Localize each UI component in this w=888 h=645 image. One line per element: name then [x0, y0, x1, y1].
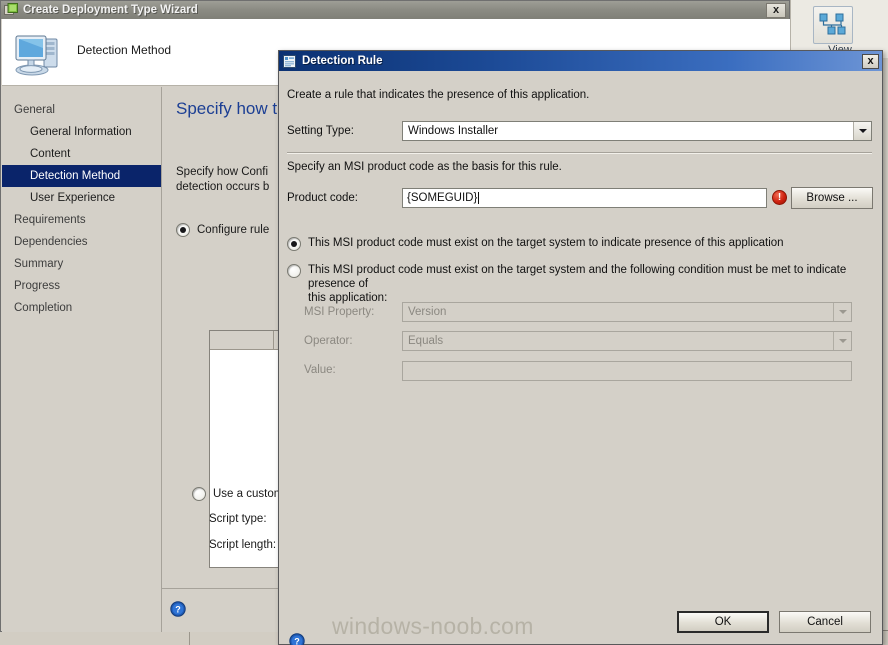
nav-item-detection-method[interactable]: Detection Method — [2, 165, 161, 187]
wizard-close-button[interactable]: x — [766, 2, 786, 18]
script-length-label: Script length: — [209, 539, 277, 551]
radio-code-exists[interactable]: This MSI product code must exist on the … — [287, 236, 867, 251]
nav-item-general-information[interactable]: General Information — [2, 121, 161, 143]
svg-text:?: ? — [294, 637, 300, 645]
nav-item-summary[interactable]: Summary — [2, 253, 161, 275]
svg-text:?: ? — [175, 605, 181, 615]
cancel-button-label: Cancel — [807, 616, 843, 628]
value-label: Value: — [304, 364, 336, 376]
radio-code-condition[interactable]: This MSI product code must exist on the … — [287, 263, 867, 305]
product-code-label: Product code: — [287, 192, 358, 204]
wizard-titlebar: Create Deployment Type Wizard x — [1, 1, 789, 19]
msi-hint-text: Specify an MSI product code as the basis… — [287, 161, 562, 173]
detection-rule-intro-text: Create a rule that indicates the presenc… — [287, 89, 590, 101]
radio-configure-rules-indicator — [176, 223, 190, 237]
radio-code-condition-line-2: this application: — [308, 292, 388, 304]
browse-button[interactable]: Browse ... — [791, 187, 873, 209]
rule-document-icon — [283, 54, 296, 68]
wizard-header-title: Detection Method — [77, 43, 172, 57]
operator-combobox[interactable]: Equals — [402, 331, 852, 351]
chevron-down-icon[interactable] — [853, 122, 871, 140]
page-title: Specify how t — [176, 99, 278, 118]
nav-item-general[interactable]: General — [2, 99, 161, 121]
ok-button-label: OK — [714, 616, 732, 628]
operator-label: Operator: — [304, 335, 353, 347]
radio-use-custom-script-label: Use a custom — [213, 488, 284, 500]
detection-rule-dialog: Detection Rule x Create a rule that indi… — [278, 50, 883, 645]
setting-type-combobox[interactable]: Windows Installer — [402, 121, 872, 141]
radio-use-custom-script[interactable]: Use a custom — [192, 487, 283, 501]
radio-configure-rules-label: Configure rule — [197, 224, 270, 236]
nav-item-requirements[interactable]: Requirements — [2, 209, 161, 231]
chevron-down-icon[interactable] — [833, 332, 851, 350]
nav-item-completion[interactable]: Completion — [2, 297, 161, 319]
detection-rule-titlebar: Detection Rule x — [279, 51, 882, 71]
text-caret — [478, 192, 480, 204]
script-type-label: Script type: — [209, 513, 267, 525]
radio-code-condition-indicator — [287, 264, 301, 278]
setting-type-label: Setting Type: — [287, 125, 354, 137]
cancel-button[interactable]: Cancel — [779, 611, 871, 633]
nav-item-content[interactable]: Content — [2, 143, 161, 165]
radio-code-exists-label: This MSI product code must exist on the … — [308, 237, 784, 249]
wizard-app-icon — [4, 3, 18, 15]
setting-type-separator — [287, 152, 872, 154]
radio-code-condition-line-1: This MSI product code must exist on the … — [308, 264, 847, 290]
msi-property-value: Version — [408, 306, 447, 318]
detection-rule-body: Create a rule that indicates the presenc… — [279, 71, 884, 645]
ok-button[interactable]: OK — [677, 611, 769, 633]
wizard-navigation: General General Information Content Dete… — [2, 87, 162, 632]
view-icon — [819, 13, 846, 35]
view-button[interactable] — [813, 6, 853, 44]
msi-property-combobox[interactable]: Version — [402, 302, 852, 322]
browse-button-label: Browse ... — [806, 192, 858, 204]
radio-use-custom-script-indicator — [192, 487, 206, 501]
status-cell — [0, 632, 190, 645]
setting-type-value: Windows Installer — [408, 125, 499, 137]
list-column-blank — [210, 331, 274, 349]
screen: View Create Deployment Type Wizard x — [0, 0, 888, 645]
radio-configure-rules[interactable]: Configure rule — [176, 223, 269, 237]
computer-icon — [15, 35, 58, 76]
nav-item-user-experience[interactable]: User Experience — [2, 187, 161, 209]
nav-item-dependencies[interactable]: Dependencies — [2, 231, 161, 253]
wizard-title: Create Deployment Type Wizard — [23, 4, 198, 16]
detection-rule-title: Detection Rule — [302, 55, 383, 67]
chevron-down-icon[interactable] — [833, 303, 851, 321]
detection-rule-close-button[interactable]: x — [862, 53, 879, 69]
product-code-input[interactable]: {SOMEGUID} — [402, 188, 767, 208]
nav-item-progress[interactable]: Progress — [2, 275, 161, 297]
product-code-value: {SOMEGUID} — [407, 192, 478, 204]
radio-code-exists-indicator — [287, 237, 301, 251]
operator-value: Equals — [408, 335, 444, 347]
value-input[interactable] — [402, 361, 852, 381]
error-icon: ! — [772, 190, 787, 205]
watermark-text: windows-noob.com — [332, 613, 534, 639]
help-icon[interactable]: ? — [170, 601, 186, 617]
dialog-help-icon[interactable]: ? — [289, 633, 305, 645]
msi-property-label: MSI Property: — [304, 306, 375, 318]
radio-code-condition-label: This MSI product code must exist on the … — [308, 263, 867, 305]
